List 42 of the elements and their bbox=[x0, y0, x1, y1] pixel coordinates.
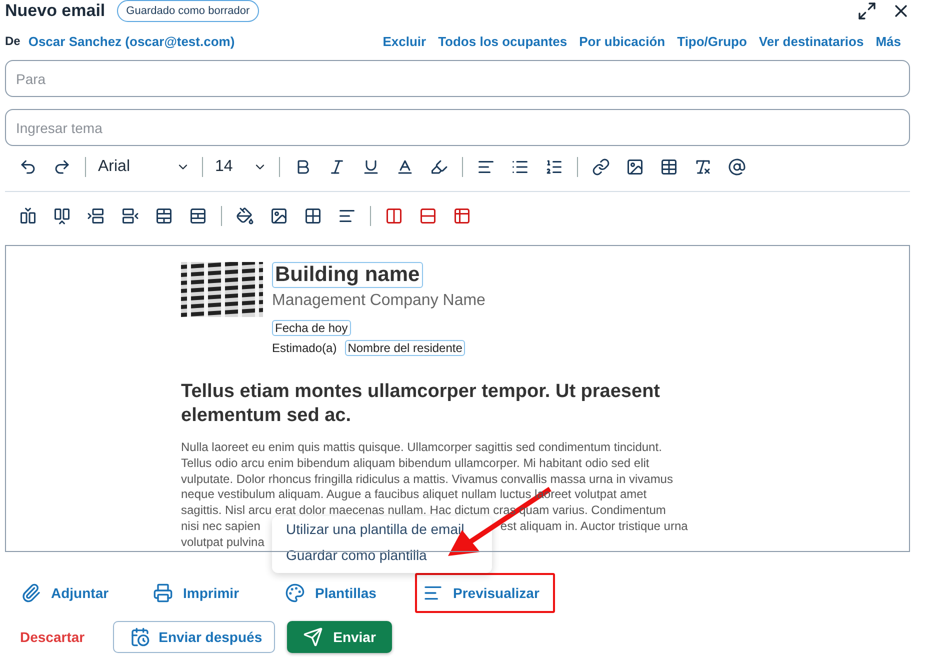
draft-status-badge: Guardado como borrador bbox=[117, 0, 259, 22]
from-label: De bbox=[5, 34, 20, 48]
to-field[interactable]: Para bbox=[5, 60, 910, 97]
subject-field[interactable]: Ingresar tema bbox=[5, 109, 910, 146]
printer-icon bbox=[153, 583, 173, 603]
window-title: Nuevo email bbox=[5, 1, 106, 21]
send-later-button[interactable]: Enviar después bbox=[112, 621, 276, 653]
body-text: Nulla laoreet eu enim quis mattis quisque. Ullamcorper sagittis sed condimentum tincidunt. bbox=[181, 440, 662, 456]
sender-link[interactable]: Oscar Sanchez (oscar@test.com) bbox=[28, 34, 235, 48]
body-text: volutpat pulvina bbox=[181, 534, 264, 551]
send-button[interactable]: Enviar bbox=[287, 621, 392, 653]
salutation: Estimado(a) bbox=[272, 341, 337, 355]
building-name[interactable]: Building name bbox=[272, 262, 423, 288]
body-text: sagittis. Nisl arcu erat dolor maecenas nullam. Hac dictum cras quam varius. Condimentum bbox=[181, 503, 666, 519]
palette-icon bbox=[285, 583, 305, 603]
recipient-link[interactable]: Ver destinatarios bbox=[758, 34, 864, 48]
font-dropdown[interactable]: Arial bbox=[94, 158, 194, 176]
letter-heading: Tellus etiam montes ullamcorper tempor. Ut praesent elementum sed ac. bbox=[181, 380, 661, 428]
body-text: Tellus odio arcu enim bibendum aliquam bibendum ullamcorper. Mi habitant odio sed elit bbox=[181, 456, 650, 472]
menu-item[interactable]: Guardar como plantilla bbox=[272, 542, 492, 568]
preview-button[interactable]: Previsualizar bbox=[415, 573, 556, 613]
recipient-link[interactable]: Por ubicación bbox=[579, 34, 666, 48]
paperclip-icon bbox=[21, 583, 41, 603]
send-icon bbox=[303, 627, 324, 647]
body-text: nisi nec sapien bbox=[181, 518, 260, 535]
body-text: vulputate. Dolor rhoncus fringilla ridiculus a mattis. Vivamus convallis massa urna in vivamus bbox=[181, 472, 673, 488]
templates-button[interactable]: Plantillas bbox=[283, 573, 403, 613]
print-button[interactable]: Imprimir bbox=[151, 573, 271, 613]
menu-item[interactable]: Utilizar una plantilla de email bbox=[272, 516, 492, 542]
body-text: est aliquam in. Auctor tristique urna bbox=[500, 518, 688, 535]
expand-icon[interactable] bbox=[857, 1, 877, 21]
font-size-dropdown[interactable]: 14 bbox=[211, 158, 271, 176]
recipient-link[interactable]: Más bbox=[876, 34, 901, 48]
discard-button[interactable]: Descartar bbox=[20, 629, 85, 645]
recipient-link[interactable]: Todos los ocupantes bbox=[438, 34, 568, 48]
date-placeholder[interactable]: Fecha de hoy bbox=[272, 320, 351, 336]
resident-placeholder[interactable]: Nombre del residente bbox=[344, 340, 466, 356]
attach-button[interactable]: Adjuntar bbox=[19, 573, 139, 613]
company-name: Management Company Name bbox=[272, 292, 486, 310]
recipient-link[interactable]: Excluir bbox=[382, 34, 426, 48]
recipient-link[interactable]: Tipo/Grupo bbox=[677, 34, 747, 48]
calendar-clock-icon bbox=[130, 627, 150, 647]
